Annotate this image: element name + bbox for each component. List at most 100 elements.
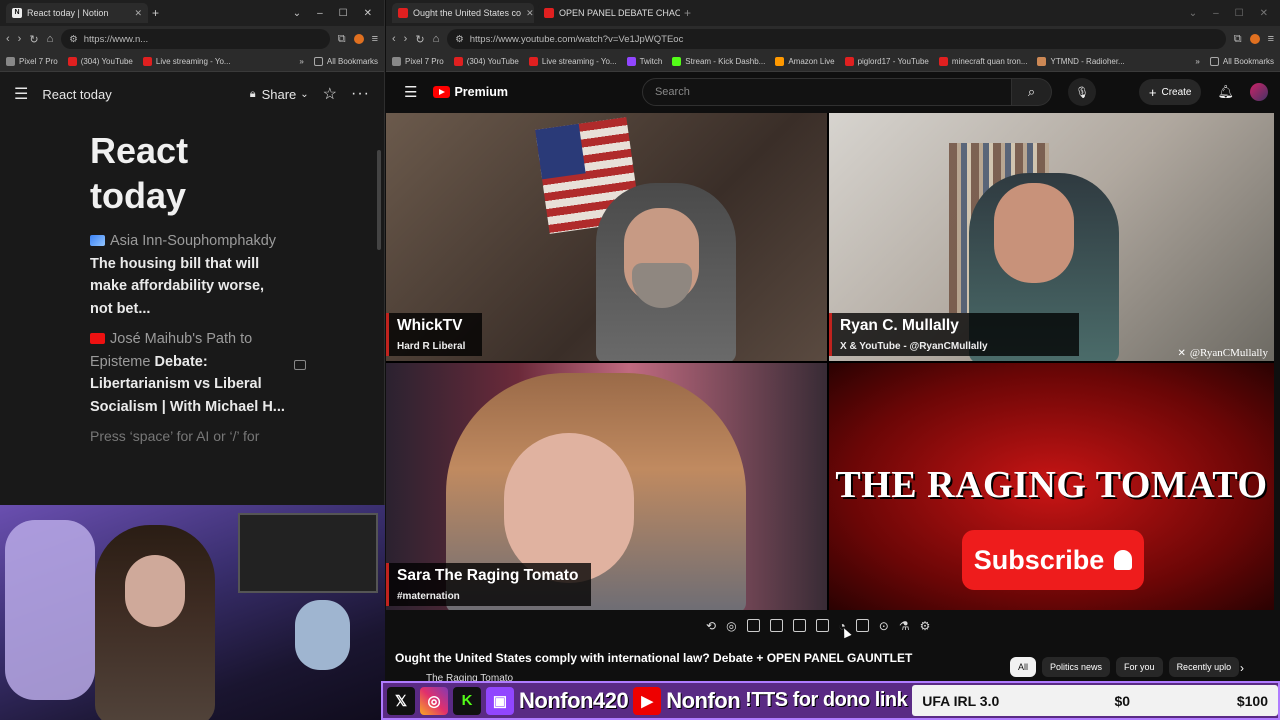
all-bookmarks[interactable]: All Bookmarks — [1209, 57, 1274, 66]
tab-youtube-video[interactable]: Ought the United States co ✕ — [392, 3, 534, 23]
bookmark-item[interactable]: Twitch — [626, 57, 662, 66]
expand-icon[interactable] — [855, 619, 869, 632]
screenshot-icon[interactable]: ⊙ — [879, 619, 889, 633]
minimize-icon[interactable]: – — [317, 8, 323, 19]
maximize-icon[interactable]: ☐ — [1235, 8, 1244, 19]
forward-icon[interactable]: › — [18, 33, 22, 45]
tab-search-icon[interactable]: ⌄ — [293, 8, 301, 19]
clip-icon[interactable] — [769, 619, 783, 632]
youtube-icon — [528, 57, 538, 66]
site-info-icon[interactable]: ⚙ — [455, 34, 464, 45]
channel-banner-title: THE RAGING TOMATO — [835, 464, 1268, 506]
menu-icon[interactable]: ≡ — [1268, 33, 1274, 45]
reload-icon[interactable]: ↻ — [415, 33, 424, 46]
audio-icon[interactable]: ◎ — [726, 619, 736, 633]
loop-icon[interactable]: ⟲ — [706, 619, 716, 633]
bookmarks-bar: Pixel 7 Pro (304) YouTube Live streaming… — [386, 52, 1280, 72]
flask-icon[interactable]: ⚗ — [899, 619, 910, 633]
editor-placeholder[interactable]: Press ‘space’ for AI or ‘/’ for — [90, 428, 290, 444]
bookmark-item[interactable]: Stream - Kick Dashb... — [672, 57, 765, 66]
bookmark-item[interactable]: piglord17 - YouTube — [844, 57, 929, 66]
bookmark-item[interactable]: Amazon Live — [775, 57, 835, 66]
star-icon[interactable]: ☆ — [323, 84, 337, 104]
cinema-icon[interactable] — [746, 619, 760, 632]
youtube-icon — [90, 333, 105, 344]
bookmark-item[interactable]: YTMND - Radioher... — [1037, 57, 1125, 66]
page-title[interactable]: React today — [90, 128, 290, 218]
menu-icon[interactable]: ≡ — [372, 33, 378, 45]
list-item[interactable]: Asia Inn-Souphomphakdy The housing bill … — [90, 230, 290, 320]
close-icon[interactable]: ✕ — [134, 8, 142, 19]
extensions-icon[interactable]: ⧉ — [1234, 33, 1242, 46]
search-button[interactable]: ⌕ — [1011, 78, 1052, 106]
reload-icon[interactable]: ↻ — [29, 33, 38, 46]
bookmarks-overflow-icon[interactable]: » — [299, 57, 303, 66]
video-panel-ryan: Ryan C. Mullally X & YouTube - @RyanCMul… — [829, 113, 1274, 361]
tab-notion[interactable]: N React today | Notion ✕ — [6, 3, 148, 23]
video-panel-sara: Sara The Raging Tomato #maternation — [386, 363, 827, 610]
extensions-icon[interactable]: ⧉ — [338, 33, 346, 46]
bookmark-item[interactable]: Pixel 7 Pro — [6, 57, 58, 66]
back-icon[interactable]: ‹ — [392, 33, 396, 45]
window-controls: ⌄ – ☐ ✕ — [1189, 8, 1274, 19]
speaker-face — [994, 183, 1074, 283]
chip-for-you[interactable]: For you — [1116, 657, 1163, 677]
bookmark-item[interactable]: (304) YouTube — [453, 57, 519, 66]
all-bookmarks[interactable]: All Bookmarks — [313, 57, 378, 66]
profile-icon[interactable] — [353, 34, 364, 44]
scrollbar[interactable] — [377, 150, 381, 250]
youtube-icon — [844, 57, 854, 66]
notifications-bell-icon[interactable]: 🔔︎ — [1217, 84, 1234, 100]
tab-search-icon[interactable]: ⌄ — [1189, 8, 1197, 19]
chevron-right-icon[interactable]: › — [1240, 661, 1244, 675]
close-window-icon[interactable]: ✕ — [1260, 8, 1268, 19]
sidebar-menu-icon[interactable]: ☰ — [14, 84, 28, 104]
create-button[interactable]: + Create — [1138, 79, 1202, 105]
url-field[interactable]: ⚙ https://www.youtube.com/watch?v=Ve1JpW… — [447, 29, 1226, 49]
pip-icon[interactable] — [792, 619, 806, 632]
bookmarks-overflow-icon[interactable]: » — [1195, 57, 1199, 66]
guide-menu-icon[interactable]: ☰ — [404, 83, 417, 101]
voice-search-button[interactable]: 🎙︎ — [1067, 78, 1096, 106]
youtube-icon — [544, 8, 554, 18]
maximize-icon[interactable]: ☐ — [339, 8, 348, 19]
bookmark-item[interactable]: Live streaming - Yo... — [142, 57, 231, 66]
list-item[interactable]: José Maihub's Path to Episteme Debate: L… — [90, 328, 290, 418]
share-button[interactable]: Share — [262, 87, 297, 102]
miniplayer-icon[interactable] — [815, 619, 829, 632]
chip-politics-news[interactable]: Politics news — [1042, 657, 1111, 677]
minimize-icon[interactable]: – — [1213, 8, 1219, 19]
close-window-icon[interactable]: ✕ — [364, 8, 372, 19]
youtube-logo[interactable]: Premium — [433, 85, 508, 99]
breadcrumb[interactable]: React today — [42, 87, 111, 102]
plus-icon: + — [1148, 84, 1157, 100]
new-tab-icon[interactable]: + — [152, 6, 159, 20]
bookmark-item[interactable]: minecraft quan tron... — [938, 57, 1027, 66]
home-icon[interactable]: ⌂ — [47, 33, 54, 45]
site-info-icon[interactable]: ⚙ — [69, 34, 78, 45]
url-field[interactable]: ⚙ https://www.n... — [61, 29, 330, 49]
chip-recently-uploaded[interactable]: Recently uplo — [1168, 657, 1240, 677]
profile-icon[interactable] — [1249, 34, 1260, 44]
forward-icon[interactable]: › — [404, 33, 408, 45]
goal-title: UFA IRL 3.0 — [922, 692, 1000, 709]
settings-gear-icon[interactable]: ⚙ — [920, 619, 931, 633]
avatar[interactable] — [1250, 83, 1268, 101]
youtube-browser-window: Ought the United States co ✕ OPEN PANEL … — [386, 0, 1280, 720]
comment-icon[interactable] — [294, 360, 306, 370]
more-icon[interactable]: ··· — [351, 85, 370, 103]
bookmark-item[interactable]: (304) YouTube — [67, 57, 133, 66]
tab-youtube-debate[interactable]: OPEN PANEL DEBATE CHAOS ✕ — [538, 3, 680, 23]
notion-icon: N — [12, 8, 22, 18]
search-input[interactable]: Search — [641, 78, 1012, 106]
video-player[interactable]: WhickTV Hard R Liberal Ryan C. Mullally … — [386, 113, 1274, 610]
address-bar-row: ‹ › ↻ ⌂ ⚙ https://www.youtube.com/watch?… — [386, 26, 1280, 52]
close-icon[interactable]: ✕ — [526, 8, 534, 19]
home-icon[interactable]: ⌂ — [433, 33, 440, 45]
bookmark-item[interactable]: Pixel 7 Pro — [392, 57, 444, 66]
chevron-down-icon[interactable]: ⌄ — [300, 89, 308, 100]
chip-all[interactable]: All — [1010, 657, 1037, 677]
new-tab-icon[interactable]: + — [684, 6, 691, 20]
bookmark-item[interactable]: Live streaming - Yo... — [528, 57, 617, 66]
back-icon[interactable]: ‹ — [6, 33, 10, 45]
